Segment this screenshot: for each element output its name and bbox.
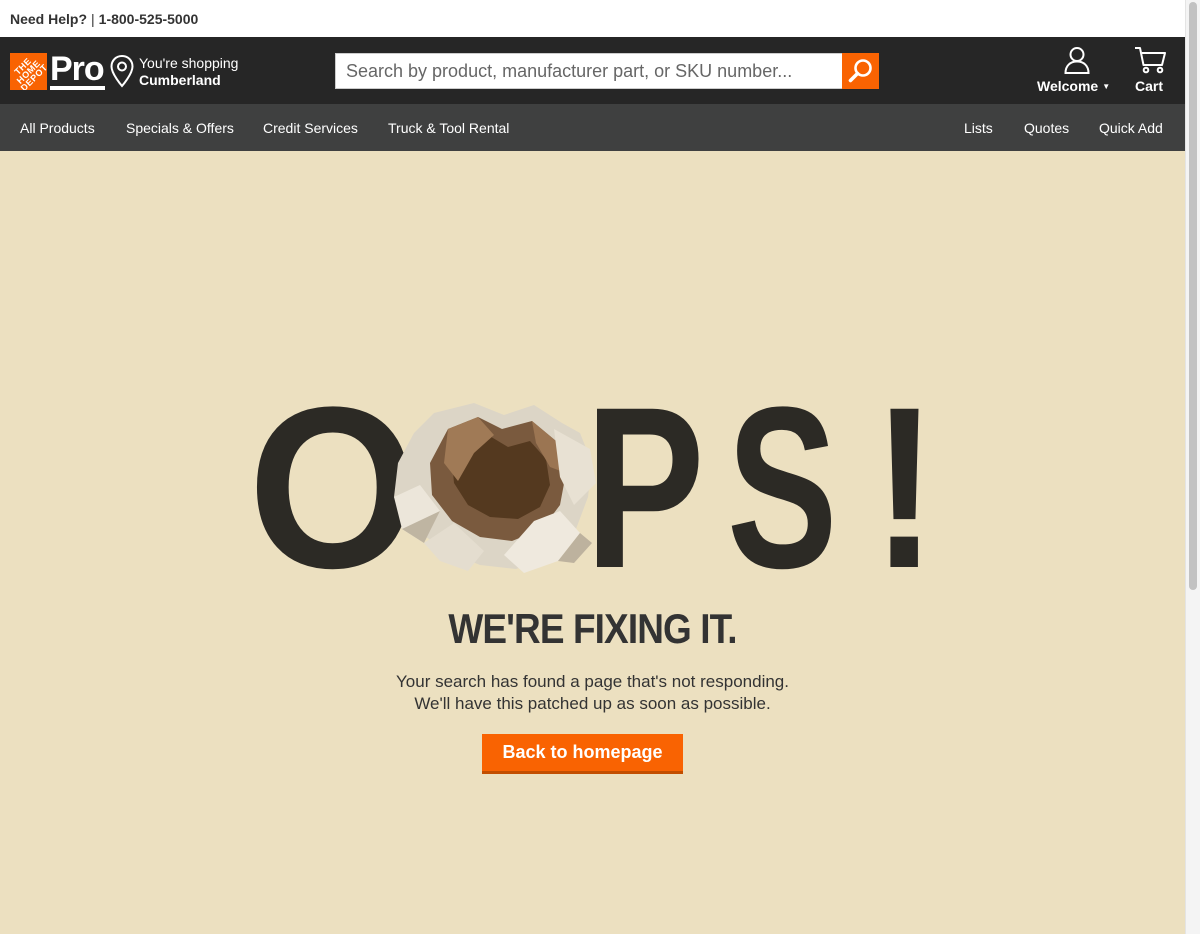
logo-text: THE HOME DEPOT [12,55,47,90]
nav-credit-services[interactable]: Credit Services [263,120,358,136]
back-to-homepage-button[interactable]: Back to homepage [482,734,683,774]
search-icon [848,59,872,83]
drywall-hole-image [394,403,596,573]
nav-lists[interactable]: Lists [964,120,993,136]
nav-specials-offers[interactable]: Specials & Offers [126,120,234,136]
nav-quotes[interactable]: Quotes [1024,120,1069,136]
nav-all-products[interactable]: All Products [20,120,95,136]
cart-label[interactable]: Cart [1135,78,1163,94]
help-separator: | [91,10,95,27]
error-hero: O P S ! WE'RE FIXING IT. Your search has… [0,151,1185,934]
caret-down-icon: ▼ [1102,81,1111,91]
oops-letter-exclamation: ! [872,359,938,616]
home-depot-pro-logo[interactable]: THE HOME DEPOT Pro [10,50,105,90]
error-message-line-2: We'll have this patched up as soon as po… [414,694,771,713]
search-bar [335,53,879,89]
pro-logo-text: Pro [50,50,105,90]
help-phone[interactable]: 1-800-525-5000 [99,11,199,27]
cart-icon[interactable] [1134,46,1166,74]
nav-quick-add[interactable]: Quick Add [1099,120,1163,136]
help-bar: Need Help? | 1-800-525-5000 [0,0,1185,37]
error-headline: WE'RE FIXING IT. [448,605,737,652]
help-label[interactable]: Need Help? [10,11,87,27]
page: Need Help? | 1-800-525-5000 THE HOME DEP… [0,0,1185,934]
account-menu[interactable]: Welcome ▼ [1037,78,1110,94]
account-label: Welcome [1037,78,1099,94]
store-selector[interactable]: You're shopping Cumberland [109,54,238,89]
scrollbar-thumb[interactable] [1189,2,1197,590]
location-pin-icon [110,54,134,88]
store-city[interactable]: Cumberland [139,72,238,89]
nav-truck-tool-rental[interactable]: Truck & Tool Rental [388,120,509,136]
error-message-line-1: Your search has found a page that's not … [396,672,789,691]
vertical-scrollbar[interactable] [1185,0,1200,934]
user-icon[interactable] [1064,46,1090,74]
oops-letter-p: P [585,359,705,616]
search-button[interactable] [842,53,879,89]
home-depot-logo: THE HOME DEPOT [10,53,47,90]
search-input[interactable] [335,53,842,89]
oops-letter-s: S [727,359,838,616]
store-label: You're shopping [139,55,239,71]
main-nav: All Products Specials & Offers Credit Se… [0,104,1185,151]
site-header: THE HOME DEPOT Pro You're shopping Cumbe… [0,37,1185,104]
